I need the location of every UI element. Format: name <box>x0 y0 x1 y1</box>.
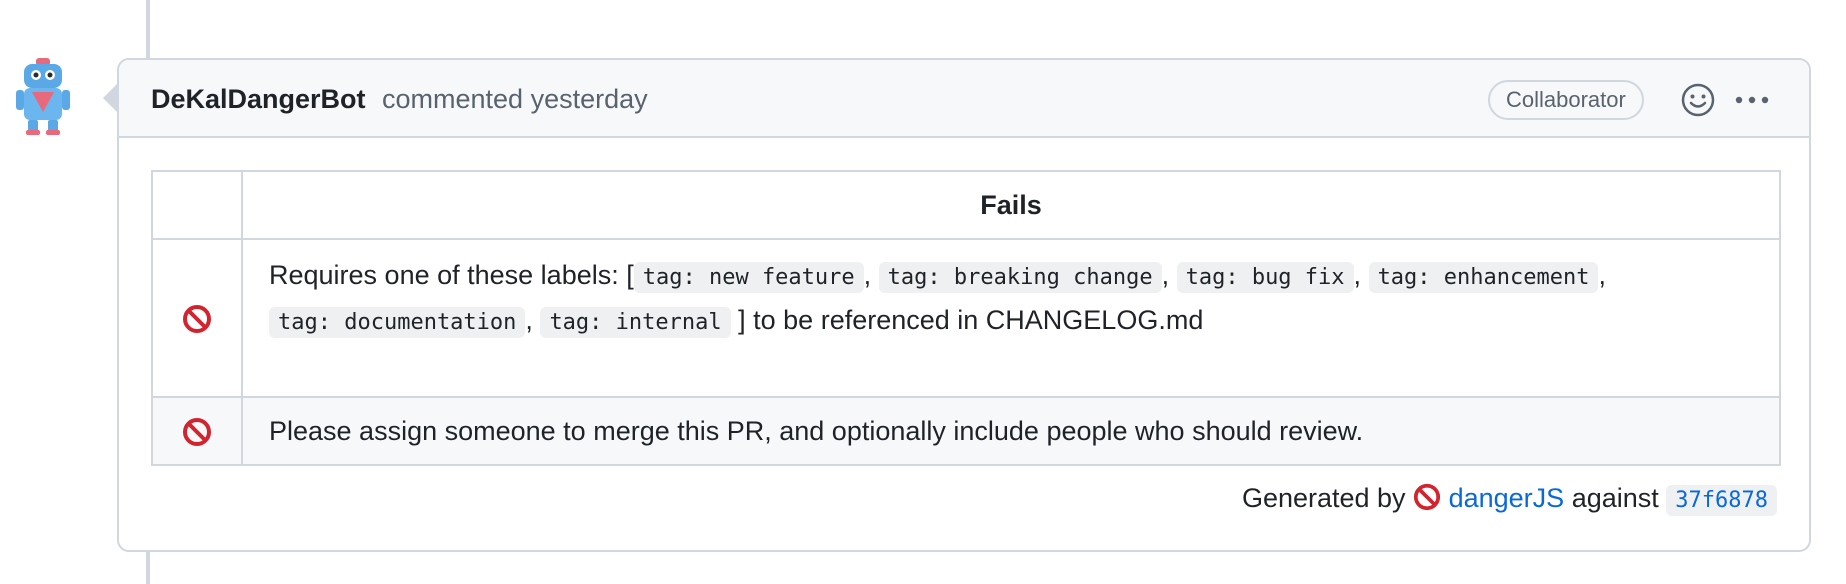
footer-middle: against <box>1571 483 1659 513</box>
more-options-button[interactable] <box>1732 82 1772 118</box>
label-code: tag: bug fix <box>1176 262 1354 293</box>
fails-table: Fails Requires one of these labels: [tag… <box>151 170 1781 466</box>
label-code: tag: new feature <box>633 262 864 293</box>
commit-link[interactable]: 37f6878 <box>1666 483 1777 516</box>
commit-sha: 37f6878 <box>1666 485 1777 516</box>
no-entry-icon <box>183 417 211 446</box>
table-row: Requires one of these labels: [tag: new … <box>151 238 1781 398</box>
dangerjs-link[interactable]: dangerJS <box>1449 483 1565 513</box>
table-cell-icon <box>151 396 243 466</box>
comment-box: DeKalDangerBot commented yesterday Colla… <box>117 58 1811 552</box>
robot-avatar-icon <box>16 58 70 135</box>
table-header-empty <box>151 170 243 240</box>
no-entry-icon <box>1413 483 1441 511</box>
table-header-fails: Fails <box>241 170 1781 240</box>
label-code: tag: documentation <box>269 307 526 338</box>
avatar[interactable] <box>14 58 72 136</box>
smiley-icon <box>1681 83 1715 117</box>
no-entry-icon <box>183 304 211 333</box>
labels-text-before: Requires one of these labels: [ <box>269 260 634 290</box>
role-badge: Collaborator <box>1488 80 1644 120</box>
comment-header: DeKalDangerBot commented yesterday Colla… <box>119 60 1809 138</box>
label-code: tag: internal <box>540 307 731 338</box>
table-cell-message: Please assign someone to merge this PR, … <box>241 396 1781 466</box>
generated-by-footer: Generated by dangerJS against 37f6878 <box>1242 478 1777 521</box>
table-row: Please assign someone to merge this PR, … <box>151 396 1781 466</box>
table-header-row: Fails <box>151 170 1781 240</box>
labels-text-after: ] to be referenced in CHANGELOG.md <box>738 305 1204 335</box>
label-code: tag: enhancement <box>1368 262 1599 293</box>
comment-author[interactable]: DeKalDangerBot <box>151 83 366 115</box>
comment-timestamp[interactable]: commented yesterday <box>382 83 648 115</box>
label-code: tag: breaking change <box>878 262 1162 293</box>
footer-prefix: Generated by <box>1241 483 1406 513</box>
add-reaction-button[interactable] <box>1680 82 1716 118</box>
table-cell-icon <box>151 238 243 398</box>
kebab-horizontal-icon <box>1735 96 1769 104</box>
table-cell-message: Requires one of these labels: [tag: new … <box>241 238 1781 398</box>
